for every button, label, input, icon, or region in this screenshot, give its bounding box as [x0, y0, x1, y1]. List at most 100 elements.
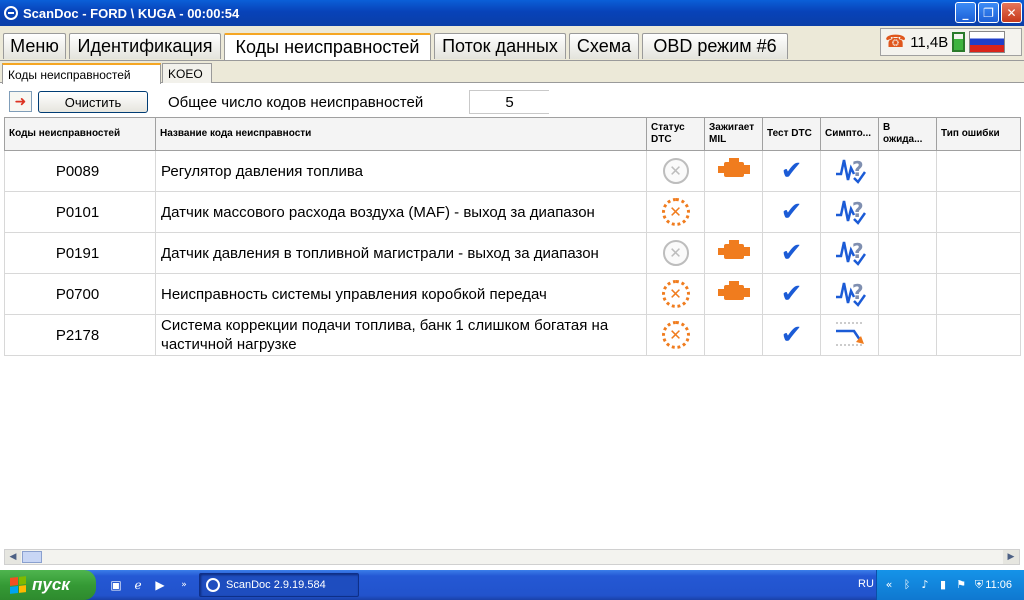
tab-label: Поток данных: [442, 36, 558, 56]
dtc-mil-cell: [704, 191, 763, 233]
col-header-error-type[interactable]: Тип ошибки: [936, 117, 1021, 151]
dtc-status-cell: ✕: [646, 314, 705, 356]
dtc-symptom-cell: ?: [820, 232, 879, 274]
minimize-button[interactable]: _: [955, 2, 976, 23]
media-player-icon[interactable]: ▶: [152, 577, 168, 593]
tab-obd-mode-6[interactable]: OBD режим #6: [642, 33, 788, 59]
symptom-intermittent-icon: ?: [835, 239, 866, 266]
checkmark-icon: ✔: [780, 197, 803, 227]
dtc-error-type-cell: [936, 232, 1021, 274]
check-engine-icon: [717, 239, 750, 262]
scroll-left-icon[interactable]: ◀: [5, 550, 21, 564]
security-shield-icon[interactable]: ⛨: [973, 579, 985, 591]
dtc-test-cell: ✔: [762, 191, 821, 233]
fault-codes-table: Коды неисправностей Название кода неиспр…: [4, 117, 1021, 356]
dtc-name: Датчик давления в топливной магистрали -…: [155, 232, 647, 274]
dtc-code: P0700: [4, 273, 156, 315]
task-label: ScanDoc 2.9.19.584: [226, 579, 326, 591]
scroll-right-icon[interactable]: ▶: [1003, 550, 1019, 564]
dtc-pending-cell: [878, 232, 937, 274]
status-area: ☎ 11,4В: [880, 28, 1022, 56]
dtc-mil-cell: [704, 232, 763, 274]
tray-expand-icon[interactable]: «: [883, 579, 895, 591]
dtc-code: P2178: [4, 314, 156, 356]
subtab-label: KOEO: [168, 66, 203, 81]
status-active-icon: ✕: [661, 280, 690, 308]
tab-fault-codes[interactable]: Коды неисправностей: [224, 33, 431, 60]
exit-button[interactable]: ➜: [9, 91, 32, 112]
col-header-mil[interactable]: Зажигает MIL: [704, 117, 763, 151]
table-row[interactable]: P0700 Неисправность системы управления ко…: [4, 273, 1021, 315]
table-row[interactable]: P2178 Система коррекции подачи топлива, б…: [4, 314, 1021, 356]
status-inactive-icon: ✕: [662, 240, 689, 266]
status-active-icon: ✕: [661, 198, 690, 226]
col-header-status[interactable]: Статус DTC: [646, 117, 705, 151]
app-steering-icon: [4, 6, 18, 20]
start-button[interactable]: пуск: [0, 570, 96, 600]
bluetooth-icon[interactable]: ᛒ: [901, 579, 913, 591]
tab-label: Схема: [576, 36, 632, 56]
dtc-code: P0089: [4, 150, 156, 192]
show-desktop-icon[interactable]: ▣: [108, 577, 124, 593]
tab-label: Коды неисправностей: [235, 37, 420, 57]
close-button[interactable]: ✕: [1001, 2, 1022, 23]
table-row[interactable]: P0191 Датчик давления в топливной магистр…: [4, 232, 1021, 274]
dtc-pending-cell: [878, 150, 937, 192]
toolbar: ➜ Очистить Общее число кодов неисправнос…: [0, 84, 1024, 116]
language-indicator[interactable]: RU: [858, 578, 874, 590]
tab-data-stream[interactable]: Поток данных: [434, 33, 566, 59]
clear-button[interactable]: Очистить: [38, 91, 148, 113]
table-row[interactable]: P0089 Регулятор давления топлива ✕ ✔?: [4, 150, 1021, 192]
col-header-name[interactable]: Название кода неисправности: [155, 117, 647, 151]
scroll-thumb[interactable]: [22, 551, 42, 563]
dtc-name: Неисправность системы управления коробко…: [155, 273, 647, 315]
horizontal-scrollbar[interactable]: ◀ ▶: [4, 549, 1020, 565]
check-engine-icon: [717, 157, 750, 180]
network-icon[interactable]: ▮: [937, 579, 949, 591]
internet-explorer-icon[interactable]: ℯ: [130, 577, 146, 593]
dtc-test-cell: ✔: [762, 273, 821, 315]
total-codes-label: Общее число кодов неисправностей: [168, 94, 424, 111]
system-tray: « ᛒ ♪ ▮ ⚑ ⛨ 11:06: [876, 570, 1024, 600]
total-codes-value: 5: [469, 90, 549, 114]
status-active-icon: ✕: [661, 321, 690, 349]
window-title: ScanDoc - FORD \ KUGA - 00:00:54: [23, 5, 240, 21]
tab-menu[interactable]: Меню: [3, 33, 66, 59]
subtab-koeo[interactable]: KOEO: [162, 63, 212, 83]
exit-arrow-icon: ➜: [14, 93, 27, 110]
taskbar-item-scandoc[interactable]: ScanDoc 2.9.19.584: [199, 573, 359, 597]
dtc-status-cell: ✕: [646, 273, 705, 315]
table-row[interactable]: P0101 Датчик массового расхода воздуха (M…: [4, 191, 1021, 233]
symptom-intermittent-icon: ?: [835, 198, 866, 225]
russia-flag-icon[interactable]: [969, 31, 1006, 53]
dtc-test-cell: ✔: [762, 150, 821, 192]
col-header-pending[interactable]: В ожида...: [878, 117, 937, 151]
dtc-symptom-cell: ?: [820, 273, 879, 315]
col-header-code[interactable]: Коды неисправностей: [4, 117, 156, 151]
window-controls: _ ❐ ✕: [955, 2, 1022, 23]
title-bar[interactable]: ScanDoc - FORD \ KUGA - 00:00:54 _ ❐ ✕: [0, 0, 1024, 26]
antivirus-icon[interactable]: ⚑: [955, 579, 967, 591]
quicklaunch-expand-icon[interactable]: »: [176, 577, 192, 593]
symptom-too-rich-icon: [835, 322, 864, 345]
volume-icon[interactable]: ♪: [919, 579, 931, 591]
start-label: пуск: [32, 575, 70, 594]
maximize-icon: ❐: [983, 5, 994, 20]
tab-identification[interactable]: Идентификация: [69, 33, 221, 59]
symptom-intermittent-icon: ?: [835, 280, 866, 307]
scandoc-task-icon: [206, 578, 220, 592]
checkmark-icon: ✔: [780, 156, 803, 186]
dtc-code: P0101: [4, 191, 156, 233]
dtc-pending-cell: [878, 314, 937, 356]
dtc-status-cell: ✕: [646, 232, 705, 274]
status-inactive-icon: ✕: [662, 158, 689, 184]
subtab-fault-codes[interactable]: Коды неисправностей: [2, 63, 161, 84]
dtc-name: Система коррекции подачи топлива, банк 1…: [155, 314, 647, 356]
maximize-button[interactable]: ❐: [978, 2, 999, 23]
dtc-name: Регулятор давления топлива: [155, 150, 647, 192]
tab-diagram[interactable]: Схема: [569, 33, 639, 59]
col-header-symptom[interactable]: Симпто...: [820, 117, 879, 151]
col-header-test[interactable]: Тест DTC: [762, 117, 821, 151]
check-engine-icon: [717, 280, 750, 303]
subtab-label: Коды неисправностей: [8, 67, 131, 82]
